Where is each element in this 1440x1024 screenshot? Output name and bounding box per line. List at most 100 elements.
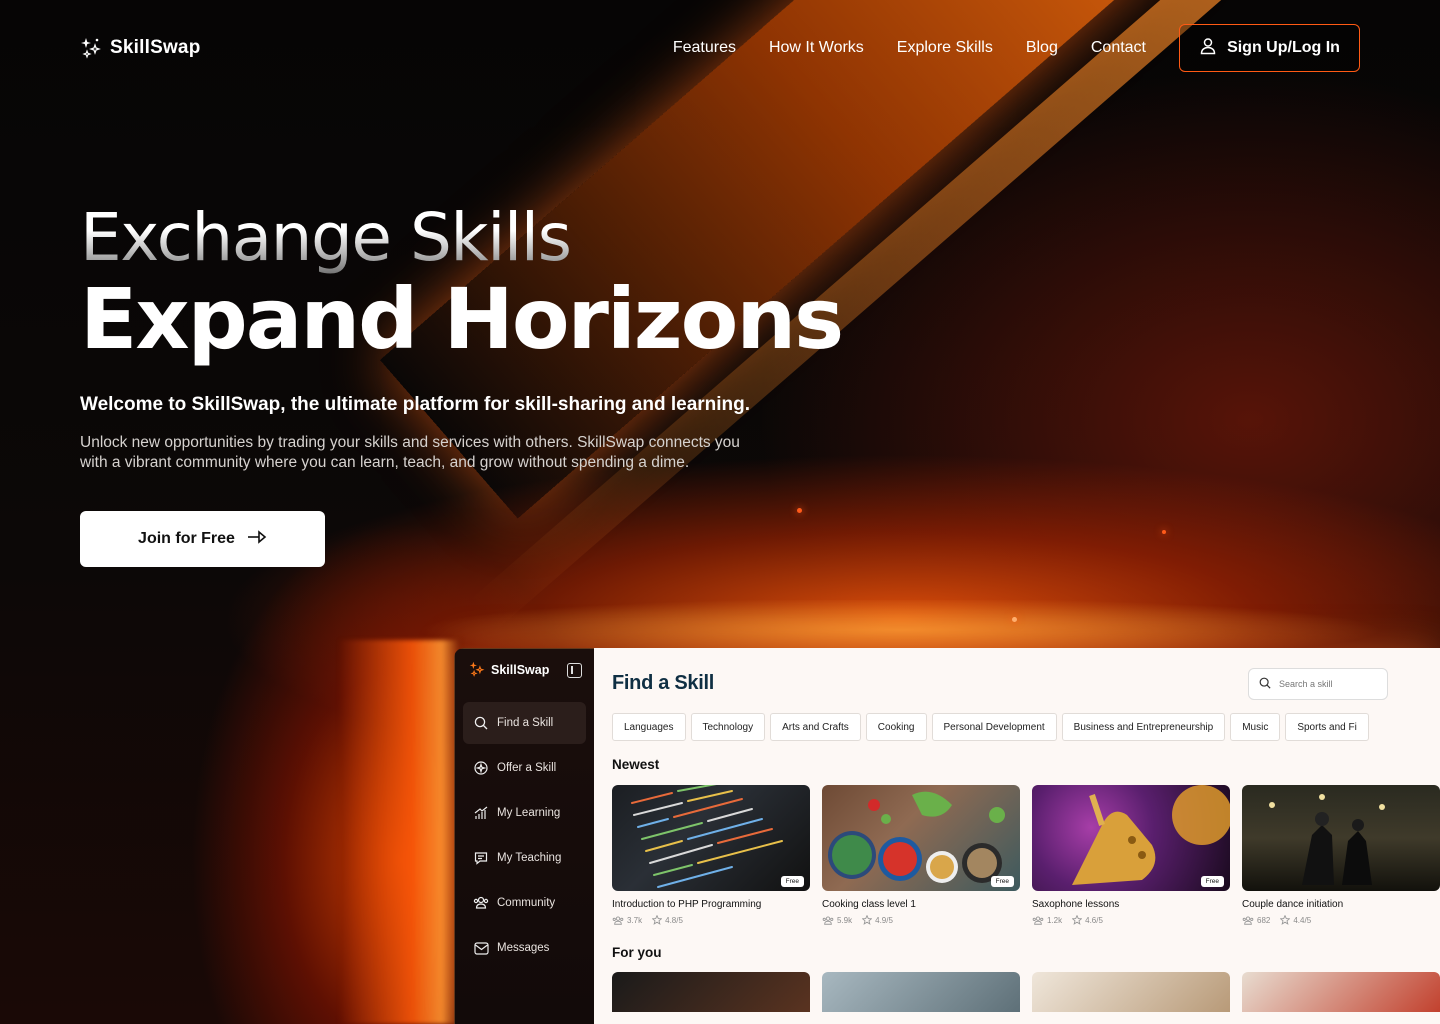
fire-pillar — [340, 640, 460, 1024]
for-you-card[interactable] — [822, 972, 1020, 1012]
sidebar-item-my-teaching[interactable]: My Teaching — [463, 837, 586, 879]
php-code-image: Free — [612, 785, 810, 891]
logo-text: SkillSwap — [110, 37, 201, 58]
category-chip[interactable]: Business and Entrepreneurship — [1061, 713, 1226, 741]
sidebar-item-find-a-skill[interactable]: Find a Skill — [463, 702, 586, 744]
free-badge: Free — [780, 876, 804, 887]
signup-login-label: Sign Up/Log In — [1227, 39, 1340, 56]
category-chip[interactable]: Languages — [612, 713, 686, 741]
user-icon — [1199, 37, 1217, 60]
rating: 4.4/5 — [1280, 915, 1311, 925]
sparkle-logo-icon — [80, 37, 102, 59]
category-chip[interactable]: Sports and Fi — [1285, 713, 1369, 741]
category-chip[interactable]: Personal Development — [931, 713, 1057, 741]
app-preview: SkillSwap Find a Skill Offer a Skill My … — [454, 648, 1440, 1024]
category-chips: Languages Technology Arts and Crafts Coo… — [612, 713, 1440, 741]
skill-card[interactable]: Free Saxophone lessons 1.2k 4.6/5 — [1032, 785, 1230, 925]
card-title: Introduction to PHP Programming — [612, 899, 762, 910]
nav-how-it-works[interactable]: How It Works — [769, 39, 864, 57]
nav-features[interactable]: Features — [673, 39, 736, 57]
nav-contact[interactable]: Contact — [1091, 39, 1146, 57]
learners-count: 5.9k — [822, 916, 852, 925]
search-input[interactable]: Search a skill — [1248, 668, 1388, 700]
card-title: Saxophone lessons — [1032, 899, 1120, 910]
app-main: Find a Skill Search a skill Languages Te… — [594, 648, 1440, 1024]
for-you-card[interactable] — [1032, 972, 1230, 1012]
card-title: Couple dance initiation — [1242, 899, 1344, 910]
hero-lead: Welcome to SkillSwap, the ultimate platf… — [80, 394, 751, 415]
spark — [797, 508, 802, 513]
card-meta: 1.2k 4.6/5 — [1032, 915, 1230, 925]
free-badge: Free — [1200, 876, 1224, 887]
offer-icon — [473, 760, 489, 776]
for-you-heading: For you — [612, 945, 662, 960]
sidebar-item-label: Offer a Skill — [497, 762, 557, 774]
newest-heading: Newest — [612, 757, 660, 772]
for-you-card[interactable] — [612, 972, 810, 1012]
nav-blog[interactable]: Blog — [1026, 39, 1058, 57]
free-badge: Free — [990, 876, 1014, 887]
collapse-sidebar-icon[interactable] — [567, 662, 582, 678]
for-you-card[interactable] — [1242, 972, 1440, 1012]
learners-value: 5.9k — [837, 915, 853, 925]
learners-value: 682 — [1257, 915, 1271, 925]
users-icon — [473, 895, 489, 911]
sidebar-menu: Find a Skill Offer a Skill My Learning M… — [463, 702, 586, 969]
hero-line-2: Expand Horizons — [80, 270, 844, 368]
logo[interactable]: SkillSwap — [80, 37, 201, 59]
for-you-cards — [612, 972, 1440, 1012]
card-meta: 3.7k 4.8/5 — [612, 915, 810, 925]
hero-line-1: Exchange Skills — [80, 200, 980, 276]
sidebar-item-community[interactable]: Community — [463, 882, 586, 924]
join-label: Join for Free — [138, 530, 235, 547]
cooking-image: Free — [822, 785, 1020, 891]
arrow-right-icon — [247, 529, 267, 549]
skill-card[interactable]: Free Cooking class level 1 5.9k 4.9/5 — [822, 785, 1020, 925]
sidebar-item-label: My Learning — [497, 807, 561, 819]
rating-value: 4.8/5 — [665, 915, 683, 925]
chart-icon — [473, 805, 489, 821]
learners-value: 1.2k — [1047, 915, 1063, 925]
sidebar-item-my-learning[interactable]: My Learning — [463, 792, 586, 834]
rating-value: 4.4/5 — [1293, 915, 1312, 925]
learners-count: 682 — [1242, 916, 1270, 925]
search-placeholder: Search a skill — [1279, 679, 1333, 689]
rating-value: 4.6/5 — [1085, 915, 1103, 925]
card-meta: 5.9k 4.9/5 — [822, 915, 1020, 925]
learners-value: 3.7k — [627, 915, 643, 925]
category-chip[interactable]: Cooking — [865, 713, 927, 741]
top-nav: SkillSwap Features How It Works Explore … — [80, 24, 1360, 72]
rating: 4.6/5 — [1072, 915, 1103, 925]
category-chip[interactable]: Arts and Crafts — [770, 713, 861, 741]
search-icon — [1259, 677, 1271, 691]
sidebar-header: SkillSwap — [463, 659, 586, 679]
sidebar-logo[interactable]: SkillSwap — [469, 661, 549, 680]
sidebar-item-offer-a-skill[interactable]: Offer a Skill — [463, 747, 586, 789]
saxophone-image: Free — [1032, 785, 1230, 891]
sidebar-item-messages[interactable]: Messages — [463, 927, 586, 969]
card-title: Cooking class level 1 — [822, 899, 916, 910]
category-chip[interactable]: Technology — [690, 713, 766, 741]
skill-card[interactable]: Free Introduction to PHP Programming 3.7… — [612, 785, 810, 925]
signup-login-button[interactable]: Sign Up/Log In — [1179, 24, 1360, 72]
nav-links: Features How It Works Explore Skills Blo… — [673, 39, 1146, 57]
join-for-free-button[interactable]: Join for Free — [80, 511, 325, 567]
dance-image — [1242, 785, 1440, 891]
sparkle-logo-icon — [469, 661, 485, 680]
sidebar-item-label: Community — [497, 897, 556, 909]
category-chip[interactable]: Music — [1230, 713, 1281, 741]
sidebar-item-label: My Teaching — [497, 852, 562, 864]
rating-value: 4.9/5 — [875, 915, 893, 925]
sidebar-logo-text: SkillSwap — [491, 663, 550, 677]
sidebar-item-label: Messages — [497, 942, 550, 954]
nav-explore-skills[interactable]: Explore Skills — [897, 39, 993, 57]
skill-card[interactable]: Couple dance initiation 682 4.4/5 — [1242, 785, 1440, 925]
chat-icon — [473, 850, 489, 866]
search-icon — [473, 715, 489, 731]
newest-cards: Free Introduction to PHP Programming 3.7… — [612, 785, 1440, 925]
learners-count: 1.2k — [1032, 916, 1062, 925]
learners-count: 3.7k — [612, 916, 642, 925]
hero-subtext: Unlock new opportunities by trading your… — [80, 434, 740, 471]
rating: 4.8/5 — [652, 915, 683, 925]
app-sidebar: SkillSwap Find a Skill Offer a Skill My … — [454, 648, 594, 1024]
